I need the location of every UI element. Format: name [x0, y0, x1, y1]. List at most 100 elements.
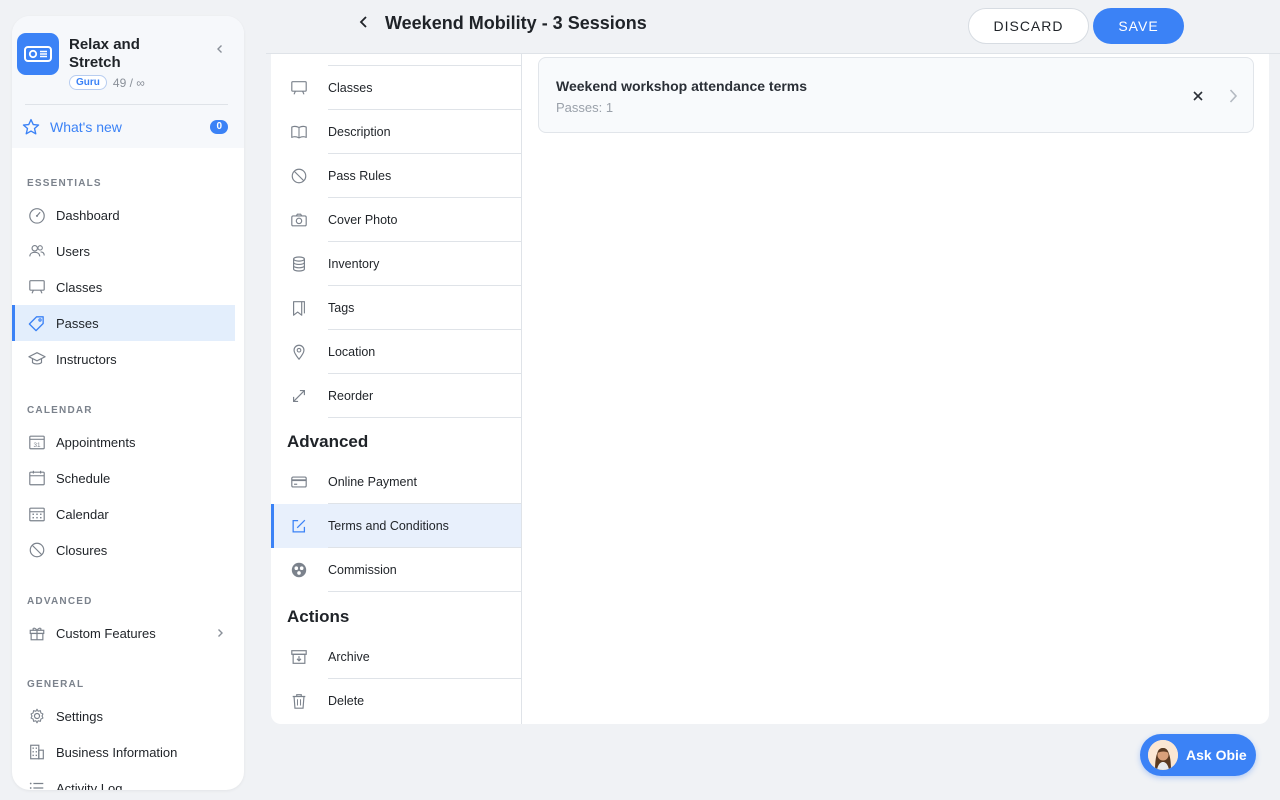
nav-section-general: GENERAL: [27, 679, 85, 690]
pass-editor-panel: Classes Description Pass Rules Cover Pho…: [271, 54, 1269, 724]
sidebar-item-custom-features[interactable]: Custom Features: [12, 615, 235, 651]
edit-square-icon: [290, 517, 308, 535]
remove-terms-button[interactable]: [1191, 89, 1205, 103]
subnav-item-label: Pass Rules: [328, 169, 392, 183]
chevron-left-icon: [217, 45, 222, 53]
users-icon: [27, 242, 46, 261]
business-name: Relax and Stretch: [69, 36, 140, 71]
subnav-item-label: Cover Photo: [328, 213, 398, 227]
chevron-left-icon: [359, 16, 367, 28]
trash-icon: [290, 692, 308, 710]
subnav-item-label: Description: [328, 125, 391, 139]
svg-text:31: 31: [33, 442, 41, 449]
sidebar-item-label: Dashboard: [56, 207, 120, 223]
nav-section-essentials: ESSENTIALS: [27, 178, 102, 189]
subnav-item-pass-rules[interactable]: Pass Rules: [271, 154, 521, 198]
whats-new-count-badge: 0: [210, 120, 228, 134]
subnav-item-description[interactable]: Description: [271, 110, 521, 154]
sidebar-item-settings[interactable]: Settings: [12, 698, 235, 734]
ask-obie-button[interactable]: Ask Obie: [1140, 734, 1256, 776]
archive-icon: [290, 648, 308, 666]
sidebar-item-closures[interactable]: Closures: [12, 532, 235, 568]
subnav-item-label: Commission: [328, 563, 397, 577]
subnav-item-label: Inventory: [328, 257, 380, 271]
expand-arrows-icon: [290, 387, 308, 405]
sidebar-item-label: Calendar: [56, 506, 109, 522]
subnav-item-cover-photo[interactable]: Cover Photo: [271, 198, 521, 242]
gauge-icon: [27, 206, 46, 225]
chevron-right-icon: [218, 629, 223, 637]
subnav-heading-advanced: Advanced: [287, 432, 369, 451]
list-icon: [27, 779, 46, 791]
business-logo-icon: [17, 33, 59, 75]
open-book-icon: [290, 123, 308, 141]
chevron-right-icon: [1229, 89, 1238, 103]
sidebar-item-label: Passes: [56, 315, 99, 331]
sidebar-item-dashboard[interactable]: Dashboard: [12, 197, 235, 233]
subnav-item-delete[interactable]: Delete: [271, 679, 521, 723]
sidebar-item-business-information[interactable]: Business Information: [12, 734, 235, 770]
sidebar-item-passes[interactable]: Passes: [12, 305, 235, 341]
subnav-item-commission[interactable]: Commission: [271, 548, 521, 592]
graduation-cap-icon: [27, 350, 46, 369]
sidebar-header: Relax and Stretch Guru 49 / ∞ What's new…: [12, 16, 244, 148]
calendar-grid-icon: [27, 505, 46, 524]
sidebar-item-label: Business Information: [56, 744, 178, 760]
gift-icon: [27, 624, 46, 643]
sidebar-item-instructors[interactable]: Instructors: [12, 341, 235, 377]
easel-icon: [290, 79, 308, 97]
subnav-item-location[interactable]: Location: [271, 330, 521, 374]
pass-settings-nav: Classes Description Pass Rules Cover Pho…: [271, 54, 522, 724]
easel-icon: [27, 278, 46, 297]
commission-icon: [290, 561, 308, 579]
close-icon: [1193, 91, 1203, 101]
subnav-item-label: Classes: [328, 81, 373, 95]
back-button[interactable]: [355, 13, 373, 31]
prohibited-icon: [27, 541, 46, 560]
subnav-item-label: Terms and Conditions: [328, 519, 449, 533]
star-icon: [22, 118, 40, 135]
sidebar-item-label: Settings: [56, 708, 103, 724]
whats-new-label: What's new: [50, 119, 122, 135]
sidebar-item-calendar[interactable]: Calendar: [12, 496, 235, 532]
bookmarks-icon: [290, 299, 308, 317]
terms-card-subtitle: Passes: 1: [556, 100, 614, 115]
sidebar-item-classes[interactable]: Classes: [12, 269, 235, 305]
credit-card-icon: [290, 473, 308, 491]
prohibited-icon: [290, 167, 308, 185]
terms-card-title: Weekend workshop attendance terms: [556, 78, 808, 94]
open-terms-button[interactable]: [1227, 87, 1239, 105]
ask-obie-label: Ask Obie: [1186, 747, 1247, 763]
subnav-item-online-payment[interactable]: Online Payment: [271, 460, 521, 504]
sidebar-item-label: Custom Features: [56, 625, 156, 641]
plan-badge: Guru: [69, 75, 107, 90]
sidebar-item-label: Instructors: [56, 351, 117, 367]
whats-new-link[interactable]: What's new 0: [17, 105, 228, 149]
sidebar-item-appointments[interactable]: 31 Appointments: [12, 424, 235, 460]
assistant-avatar: [1148, 740, 1178, 770]
sidebar-item-schedule[interactable]: Schedule: [12, 460, 235, 496]
subnav-item-reorder[interactable]: Reorder: [271, 374, 521, 418]
sidebar: Relax and Stretch Guru 49 / ∞ What's new…: [12, 16, 244, 790]
gear-icon: [27, 707, 46, 726]
database-icon: [290, 255, 308, 273]
collapse-sidebar-button[interactable]: [212, 41, 228, 57]
terms-card[interactable]: Weekend workshop attendance terms Passes…: [538, 57, 1254, 133]
calendar-31-icon: 31: [27, 433, 46, 452]
map-pin-icon: [290, 343, 308, 361]
quota-text: 49 / ∞: [112, 75, 145, 90]
subnav-item-terms-and-conditions[interactable]: Terms and Conditions: [271, 504, 521, 548]
subnav-item-tags[interactable]: Tags: [271, 286, 521, 330]
business-switcher[interactable]: Relax and Stretch Guru 49 / ∞: [17, 33, 228, 90]
subnav-item-classes[interactable]: Classes: [271, 66, 521, 110]
subnav-item-label: Location: [328, 345, 376, 359]
subnav-item-inventory[interactable]: Inventory: [271, 242, 521, 286]
sidebar-item-users[interactable]: Users: [12, 233, 235, 269]
subnav-item-label: Archive: [328, 650, 370, 664]
subnav-item-archive[interactable]: Archive: [271, 635, 521, 679]
save-button[interactable]: SAVE: [1093, 8, 1184, 44]
discard-button[interactable]: DISCARD: [968, 8, 1089, 44]
subnav-heading-actions: Actions: [287, 607, 350, 626]
sidebar-item-activity-log[interactable]: Activity Log: [12, 770, 235, 790]
sidebar-item-label: Users: [56, 243, 90, 259]
